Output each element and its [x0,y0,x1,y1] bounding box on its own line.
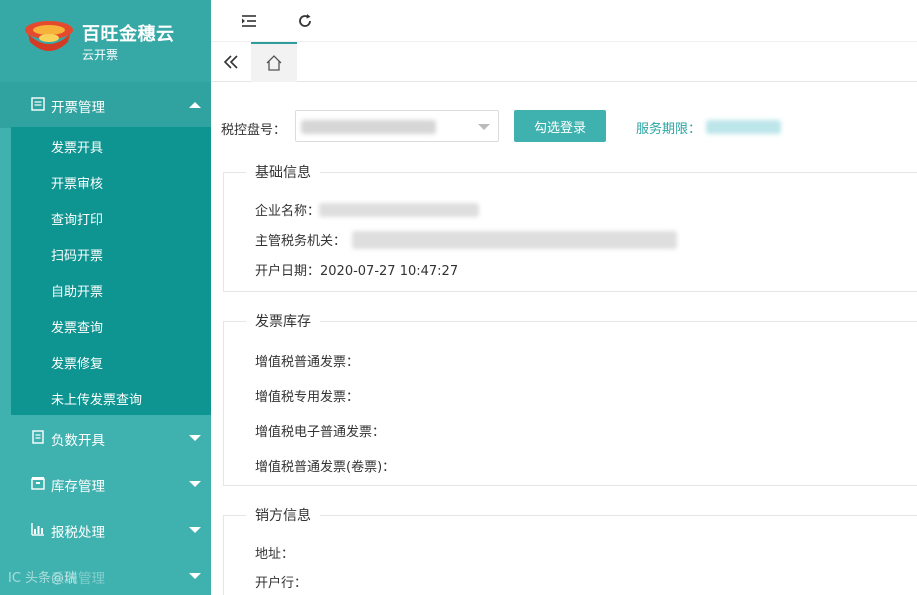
brand-title: 百旺金穗云 [82,24,175,45]
sidebar-group-label: 库存管理 [51,479,105,495]
sidebar-group-label: 开票管理 [51,100,105,116]
stock-row-special: 增值税专用发票： [255,390,360,405]
basic-info-section: 基础信息 企业名称： 主管税务机关： 开户日期：2020-07-27 10:47… [223,162,917,292]
invoice-icon [31,97,45,111]
service-period-label: 服务期限： [636,122,702,137]
seller-info-section: 销方信息 地址： 开户行： [223,505,917,595]
sidebar-group-label: 负数开具 [51,433,105,449]
submenu-item-query[interactable]: 发票查询 [51,317,103,336]
main-content: 税控盘号： 勾选登录 服务期限： 基础信息 企业名称： 主管税务机关： 开户日期… [211,82,917,595]
company-name-label: 企业名称： [255,204,321,219]
open-date-value: 2020-07-27 10:47:27 [320,264,459,279]
brand-subtitle: 云开票 [82,48,119,62]
home-icon [266,55,282,71]
select-login-button[interactable]: 勾选登录 [514,110,606,142]
open-date-label-text: 开户日期： [255,264,321,279]
chevron-down-icon [189,481,201,487]
document-icon [32,430,44,444]
app-root: 百旺金穗云 云开票 开票管理 发票开具 开票审核 查询打印 扫码开票 自助开票 … [0,0,917,595]
tab-bar [211,42,917,82]
sidebar-group-invoice[interactable]: 开票管理 [0,82,211,128]
redacted-value [706,120,781,134]
stock-row-electronic: 增值税电子普通发票： [255,425,386,440]
submenu-item-issue[interactable]: 发票开具 [51,137,103,156]
redacted-value [352,231,677,249]
stock-row-general: 增值税普通发票： [255,355,360,370]
refresh-icon[interactable] [296,12,314,30]
submenu-item-repair[interactable]: 发票修复 [51,353,103,372]
sidebar-group-inventory[interactable]: 库存管理 [0,461,211,507]
section-title: 销方信息 [246,505,320,525]
tab-home[interactable] [251,42,297,82]
bank-label: 开户行： [255,576,308,591]
redacted-value [319,203,479,217]
brand-logo-icon [25,21,73,51]
chevron-up-icon [189,102,201,108]
submenu-item-review[interactable]: 开票审核 [51,173,103,192]
menu-fold-icon[interactable] [240,12,258,30]
submenu-item-unuploaded[interactable]: 未上传发票查询 [51,389,142,408]
tax-disk-select[interactable] [295,110,499,142]
section-title: 发票库存 [246,311,320,331]
submenu-item-self[interactable]: 自助开票 [51,281,103,300]
chevron-down-icon [189,435,201,441]
sidebar-group-tax[interactable]: 报税处理 [0,507,211,553]
tax-disk-label: 税控盘号： [221,123,287,138]
sidebar-group-label: 报税处理 [51,525,105,541]
watermark-text: IC 头条@瑞 [8,571,78,586]
bar-chart-icon [31,523,44,536]
inventory-icon [31,477,45,490]
tax-office-label: 主管税务机关： [255,234,347,249]
open-date-label: 开户日期：2020-07-27 10:47:27 [255,260,458,279]
double-chevron-left-icon[interactable] [221,52,241,72]
section-title: 基础信息 [246,162,320,182]
chevron-down-icon [478,124,490,130]
submenu-item-print[interactable]: 查询打印 [51,209,103,228]
brand-header: 百旺金穗云 云开票 [0,0,211,82]
submenu-invoice: 发票开具 开票审核 查询打印 扫码开票 自助开票 发票查询 发票修复 未上传发票… [11,127,211,415]
redacted-value [301,120,436,134]
sidebar: 百旺金穗云 云开票 开票管理 发票开具 开票审核 查询打印 扫码开票 自助开票 … [0,0,211,595]
stock-row-roll: 增值税普通发票(卷票)： [255,460,396,475]
top-toolbar [211,0,917,42]
chevron-down-icon [189,527,201,533]
sidebar-group-negative[interactable]: 负数开具 [0,415,211,461]
address-label: 地址： [255,547,295,562]
submenu-item-scan[interactable]: 扫码开票 [51,245,103,264]
chevron-down-icon [189,573,201,579]
invoice-stock-section: 发票库存 增值税普通发票： 增值税专用发票： 增值税电子普通发票： 增值税普通发… [223,311,917,486]
